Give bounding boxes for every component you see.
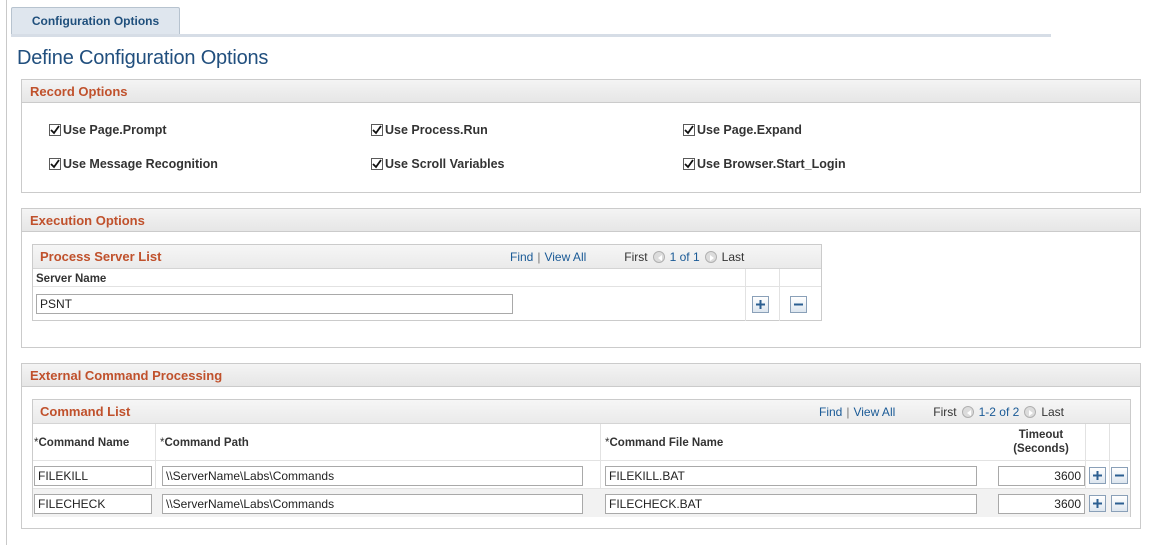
column-label: Command Name xyxy=(38,437,130,449)
external-command-header: External Command Processing xyxy=(22,364,1140,387)
column-divider xyxy=(779,269,780,321)
command-name-input[interactable]: FILECHECK xyxy=(34,494,152,514)
tab-divider xyxy=(11,34,1051,37)
grid-title: Command List xyxy=(40,404,131,419)
checkmark-icon xyxy=(372,159,382,169)
command-file-name-input[interactable]: FILECHECK.BAT xyxy=(605,494,977,514)
tab-configuration-options[interactable]: Configuration Options xyxy=(11,7,180,34)
next-arrow-icon[interactable] xyxy=(1024,406,1037,418)
timeout-input[interactable]: 3600 xyxy=(998,466,1085,486)
checkbox-label: Use Scroll Variables xyxy=(385,157,505,171)
checkbox-box[interactable] xyxy=(49,158,61,170)
grid-title-bar: Process Server List Find | View All Firs… xyxy=(33,245,821,269)
column-divider xyxy=(33,286,821,287)
add-row-button[interactable] xyxy=(752,296,769,313)
tab-bar: Configuration Options xyxy=(11,7,1051,39)
checkbox-box[interactable] xyxy=(371,158,383,170)
column-header-timeout: Timeout (Seconds) xyxy=(1003,428,1079,456)
grid-title: Process Server List xyxy=(40,249,162,264)
use-page-expand-checkbox[interactable]: Use Page.Expand xyxy=(683,123,802,137)
checkbox-label: Use Process.Run xyxy=(385,123,488,137)
use-process-run-checkbox[interactable]: Use Process.Run xyxy=(371,123,488,137)
plus-icon xyxy=(1093,499,1102,508)
use-scroll-variables-checkbox[interactable]: Use Scroll Variables xyxy=(371,157,505,171)
last-label: Last xyxy=(721,250,745,264)
record-options-header: Record Options xyxy=(22,80,1140,103)
page-title: Define Configuration Options xyxy=(17,47,269,69)
add-row-button[interactable] xyxy=(1089,467,1106,484)
next-arrow-icon[interactable] xyxy=(704,251,717,263)
column-header-command-path: *Command Path xyxy=(160,437,249,449)
checkmark-icon xyxy=(684,159,694,169)
checkbox-box[interactable] xyxy=(49,124,61,136)
plus-icon xyxy=(1093,471,1102,480)
checkbox-box[interactable] xyxy=(371,124,383,136)
view-all-link[interactable]: View All xyxy=(544,250,586,264)
grid-title-bar: Command List Find | View All First 1-2 o… xyxy=(33,400,1130,424)
checkmark-icon xyxy=(684,125,694,135)
command-list-grid: Command List Find | View All First 1-2 o… xyxy=(32,399,1131,517)
first-label: First xyxy=(624,250,648,264)
grid-navigation: Find | View All First 1 of 1 Last xyxy=(510,250,744,264)
checkbox-box[interactable] xyxy=(683,124,695,136)
column-header-command-file-name: *Command File Name xyxy=(605,437,723,449)
checkbox-box[interactable] xyxy=(683,158,695,170)
timeout-input[interactable]: 3600 xyxy=(998,494,1085,514)
command-name-input[interactable]: FILEKILL xyxy=(34,466,152,486)
column-divider xyxy=(745,269,746,321)
page-range: 1-2 of 2 xyxy=(978,405,1020,419)
header-divider xyxy=(33,460,1130,461)
plus-icon xyxy=(756,300,765,309)
column-header-server-name: Server Name xyxy=(36,273,107,285)
view-all-link[interactable]: View All xyxy=(853,405,895,419)
use-page-prompt-checkbox[interactable]: Use Page.Prompt xyxy=(49,123,167,137)
use-browser-start-login-checkbox[interactable]: Use Browser.Start_Login xyxy=(683,157,846,171)
checkbox-label: Use Page.Expand xyxy=(697,123,802,137)
previous-arrow-icon[interactable] xyxy=(961,406,974,418)
delete-row-button[interactable] xyxy=(1111,467,1128,484)
find-link[interactable]: Find xyxy=(510,250,533,264)
column-label: Command Path xyxy=(164,437,249,449)
external-command-group: External Command Processing Command List… xyxy=(21,363,1141,529)
delete-row-button[interactable] xyxy=(1111,495,1128,512)
timeout-line2: (Seconds) xyxy=(1013,443,1069,455)
first-label: First xyxy=(933,405,957,419)
checkbox-label: Use Message Recognition xyxy=(63,157,218,171)
command-path-input[interactable]: \\ServerName\Labs\Commands xyxy=(162,466,583,486)
timeout-line1: Timeout xyxy=(1018,429,1064,441)
checkmark-icon xyxy=(50,159,60,169)
find-link[interactable]: Find xyxy=(819,405,842,419)
add-row-button[interactable] xyxy=(1089,495,1106,512)
minus-icon xyxy=(1115,502,1124,505)
server-name-input[interactable]: PSNT xyxy=(36,294,513,314)
checkmark-icon xyxy=(372,125,382,135)
left-border-rule xyxy=(6,0,7,545)
column-header-command-name: *Command Name xyxy=(34,437,129,449)
separator: | xyxy=(846,405,850,419)
checkbox-label: Use Page.Prompt xyxy=(63,123,167,137)
grid-navigation: Find | View All First 1-2 of 2 Last xyxy=(819,405,1064,419)
delete-row-button[interactable] xyxy=(790,296,807,313)
execution-options-header: Execution Options xyxy=(22,209,1140,232)
page-range: 1 of 1 xyxy=(669,250,700,264)
previous-arrow-icon[interactable] xyxy=(652,251,665,263)
process-server-grid: Process Server List Find | View All Firs… xyxy=(32,244,822,321)
separator: | xyxy=(537,250,541,264)
command-path-input[interactable]: \\ServerName\Labs\Commands xyxy=(162,494,583,514)
use-message-recognition-checkbox[interactable]: Use Message Recognition xyxy=(49,157,218,171)
checkbox-label: Use Browser.Start_Login xyxy=(697,157,846,171)
minus-icon xyxy=(1115,474,1124,477)
column-label: Command File Name xyxy=(609,437,724,449)
checkmark-icon xyxy=(50,125,60,135)
minus-icon xyxy=(794,303,803,306)
last-label: Last xyxy=(1041,405,1064,419)
command-file-name-input[interactable]: FILEKILL.BAT xyxy=(605,466,977,486)
execution-options-group: Execution Options Process Server List Fi… xyxy=(21,208,1141,348)
record-options-group: Record Options Use Page.Prompt Use Proce… xyxy=(21,79,1141,193)
